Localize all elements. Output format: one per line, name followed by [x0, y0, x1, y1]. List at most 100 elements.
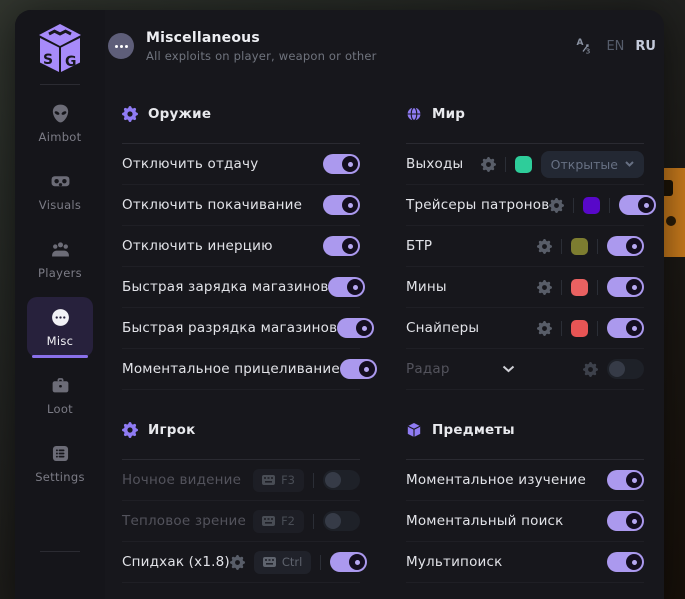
- content-columns: Оружие Отключить отдачу Отключить покачи…: [105, 82, 664, 583]
- gear-icon[interactable]: [549, 198, 564, 213]
- toggle-switch[interactable]: [607, 236, 644, 256]
- sign-mark: [666, 216, 676, 226]
- keyboard-icon: [262, 475, 275, 485]
- keybind-badge[interactable]: F3: [253, 469, 304, 492]
- dropdown-value: Открытые: [551, 157, 618, 172]
- sidebar-divider: [40, 551, 80, 552]
- color-swatch[interactable]: [583, 197, 600, 214]
- control-divider: [320, 555, 321, 570]
- section-header-weapon: Оружие: [122, 102, 360, 126]
- toggle-switch[interactable]: [607, 318, 644, 338]
- setting-label: Тепловое зрение: [122, 513, 246, 529]
- toggle-switch[interactable]: [337, 318, 374, 338]
- gear-icon[interactable]: [537, 321, 552, 336]
- setting-row: Отключить покачивание: [122, 185, 360, 226]
- toggle-switch[interactable]: [607, 511, 644, 531]
- sidebar-item-loot[interactable]: Loot: [27, 365, 93, 425]
- svg-text:S: S: [43, 52, 53, 68]
- setting-row: Трейсеры патронов: [406, 185, 644, 226]
- toggle-switch[interactable]: [607, 277, 644, 297]
- language-ru-button[interactable]: RU: [635, 39, 656, 54]
- section-header-world: Мир: [406, 102, 644, 126]
- setting-label: Быстрая зарядка магазинов: [122, 279, 328, 295]
- app-logo-icon: S G: [36, 22, 84, 74]
- main-area: Miscellaneous All exploits on player, we…: [105, 10, 664, 599]
- keybind-badge[interactable]: Ctrl: [254, 551, 311, 574]
- keybind-label: F3: [281, 473, 295, 487]
- setting-label: Отключить отдачу: [122, 156, 258, 172]
- language-switcher: A з EN RU: [575, 36, 656, 56]
- toggle-switch[interactable]: [323, 195, 360, 215]
- color-swatch[interactable]: [571, 279, 588, 296]
- sidebar-item-aimbot[interactable]: Aimbot: [27, 93, 93, 153]
- color-swatch[interactable]: [571, 238, 588, 255]
- page-titles: Miscellaneous All exploits on player, we…: [146, 30, 377, 63]
- gear-icon[interactable]: [481, 157, 496, 172]
- toggle-switch[interactable]: [340, 359, 377, 379]
- toggle-switch[interactable]: [607, 359, 644, 379]
- setting-row: Моментальное изучение: [406, 460, 644, 501]
- setting-label: Моментальное изучение: [406, 472, 586, 488]
- color-swatch[interactable]: [571, 320, 588, 337]
- sidebar-item-label: Aimbot: [39, 130, 82, 144]
- background-sign: [664, 168, 685, 257]
- cheat-menu-window: S G Aimbot Visuals Players Misc Loot Set…: [15, 10, 664, 599]
- setting-label: Быстрая разрядка магазинов: [122, 320, 337, 336]
- gear-icon: [122, 422, 138, 438]
- page-header: Miscellaneous All exploits on player, we…: [105, 10, 664, 82]
- setting-row: Радар: [406, 349, 644, 390]
- keyboard-icon: [263, 557, 276, 567]
- sidebar-item-misc[interactable]: Misc: [27, 297, 93, 357]
- left-column: Оружие Отключить отдачу Отключить покачи…: [122, 82, 360, 583]
- vr-goggles-icon: [50, 171, 71, 192]
- gear-icon[interactable]: [583, 362, 598, 377]
- gear-icon[interactable]: [537, 239, 552, 254]
- toggle-switch[interactable]: [607, 470, 644, 490]
- toggle-switch[interactable]: [323, 154, 360, 174]
- toggle-switch[interactable]: [619, 195, 656, 215]
- control-divider: [561, 280, 562, 295]
- color-swatch[interactable]: [515, 156, 532, 173]
- setting-row: БТР: [406, 226, 644, 267]
- sidebar-item-settings[interactable]: Settings: [27, 433, 93, 493]
- toggle-switch[interactable]: [323, 470, 360, 490]
- exits-dropdown[interactable]: Открытые: [541, 151, 644, 178]
- control-divider: [561, 321, 562, 336]
- sidebar-item-label: Visuals: [39, 198, 81, 212]
- setting-row: Мины: [406, 267, 644, 308]
- gear-icon[interactable]: [230, 555, 245, 570]
- sidebar-item-label: Loot: [47, 402, 73, 416]
- control-divider: [597, 280, 598, 295]
- settings-list-icon: [50, 443, 71, 464]
- setting-row: Ночное видение F3: [122, 460, 360, 501]
- keybind-label: F2: [281, 514, 295, 528]
- toggle-switch[interactable]: [330, 552, 367, 572]
- setting-label: Мины: [406, 279, 447, 295]
- setting-label: Моментальный поиск: [406, 513, 564, 529]
- gear-icon[interactable]: [537, 280, 552, 295]
- sidebar-item-visuals[interactable]: Visuals: [27, 161, 93, 221]
- language-en-button[interactable]: EN: [606, 39, 624, 54]
- toggle-switch[interactable]: [607, 552, 644, 572]
- setting-row: Быстрая разрядка магазинов: [122, 308, 360, 349]
- chevron-down-icon[interactable]: [502, 365, 515, 373]
- sidebar-item-label: Settings: [35, 470, 85, 484]
- setting-label: БТР: [406, 238, 432, 254]
- right-column: Мир Выходы Открытые Трейсеры патронов: [406, 82, 644, 583]
- setting-label: Радар: [406, 361, 450, 377]
- control-divider: [313, 514, 314, 529]
- setting-label: Отключить покачивание: [122, 197, 302, 213]
- keybind-label: Ctrl: [282, 555, 302, 569]
- sidebar: S G Aimbot Visuals Players Misc Loot Set…: [15, 10, 105, 599]
- toggle-switch[interactable]: [328, 277, 365, 297]
- package-icon: [406, 422, 422, 438]
- keybind-badge[interactable]: F2: [253, 510, 304, 533]
- control-divider: [561, 239, 562, 254]
- toggle-switch[interactable]: [323, 236, 360, 256]
- control-divider: [597, 239, 598, 254]
- ellipsis-circle-icon: [50, 307, 71, 328]
- setting-row: Моментальное прицеливание: [122, 349, 360, 390]
- setting-row: Быстрая зарядка магазинов: [122, 267, 360, 308]
- sidebar-item-players[interactable]: Players: [27, 229, 93, 289]
- toggle-switch[interactable]: [323, 511, 360, 531]
